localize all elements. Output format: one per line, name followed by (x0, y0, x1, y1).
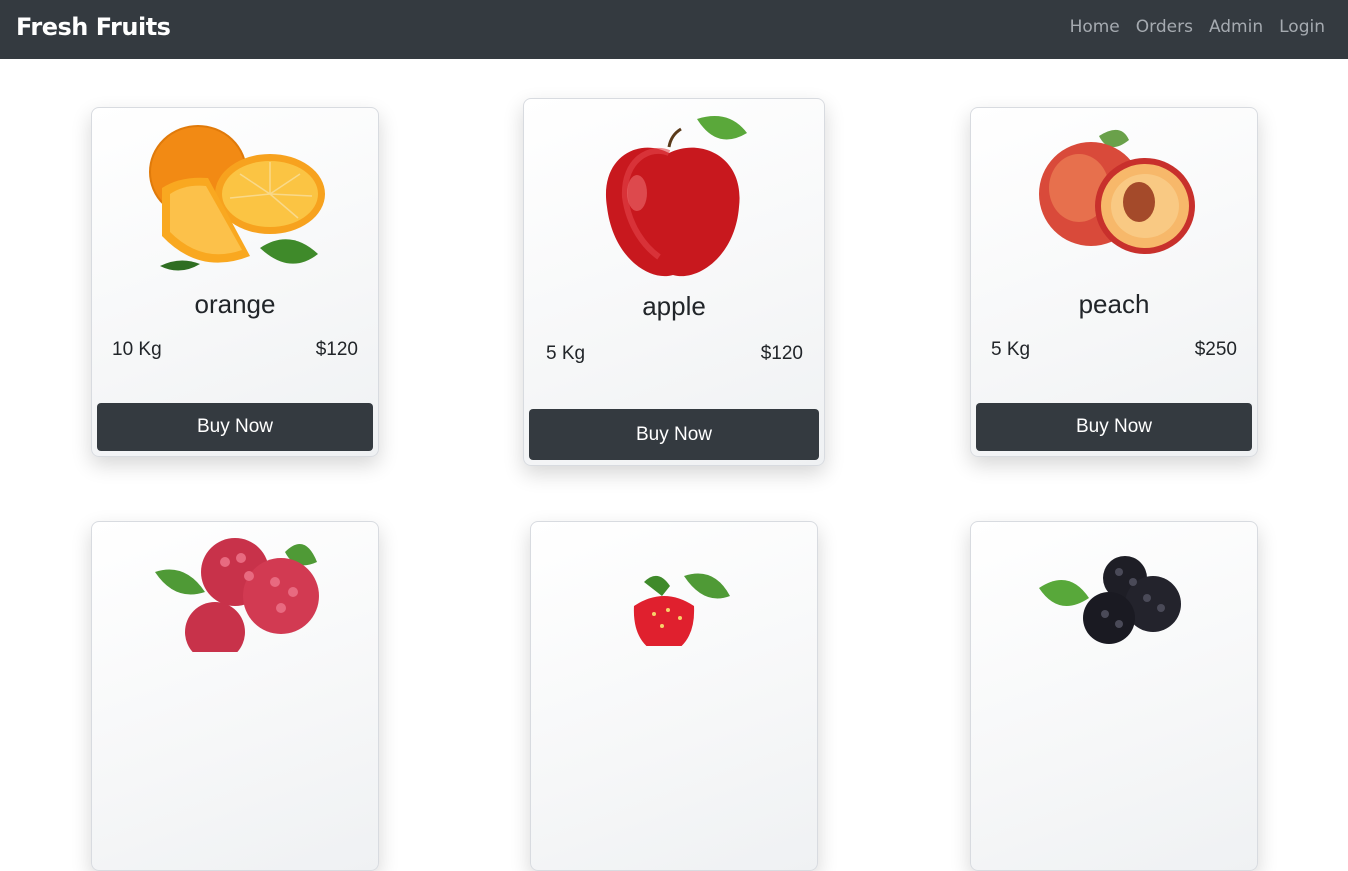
product-card-blackberry (970, 521, 1258, 871)
product-card-peach: peach 5 Kg $250 Buy Now (970, 107, 1258, 457)
product-name: peach (1078, 289, 1150, 319)
product-weight: 5 Kg (991, 339, 1031, 360)
blackberry-icon (1039, 556, 1181, 644)
product-image-strawberry (531, 566, 817, 646)
nav-link-admin[interactable]: Admin (1209, 17, 1263, 37)
product-card-raspberry (91, 521, 379, 871)
product-weight: 10 Kg (112, 339, 162, 360)
product-image-peach (971, 122, 1257, 262)
navbar: Fresh Fruits Home Orders Admin Login (0, 0, 1348, 59)
product-name: orange (194, 289, 276, 319)
nav-link-orders[interactable]: Orders (1136, 17, 1193, 37)
product-name: apple (642, 291, 706, 321)
product-image-raspberry (92, 532, 378, 652)
raspberry-icon (155, 538, 319, 652)
orange-icon (149, 125, 325, 271)
buy-now-button[interactable]: Buy Now (529, 409, 819, 460)
product-card-orange: orange 10 Kg $120 Buy Now (91, 107, 379, 457)
product-weight: 5 Kg (546, 343, 586, 364)
buy-now-button[interactable]: Buy Now (976, 403, 1252, 451)
strawberry-icon (633, 573, 730, 646)
nav-link-home[interactable]: Home (1070, 17, 1120, 37)
product-image-orange (92, 116, 378, 274)
product-price: $120 (315, 339, 358, 360)
nav-links: Home Orders Admin Login (1070, 17, 1325, 37)
peach-icon (1039, 129, 1195, 254)
product-card-strawberry (530, 521, 818, 871)
product-image-apple (524, 107, 824, 282)
product-price: $120 (760, 343, 803, 364)
product-price: $250 (1194, 339, 1237, 360)
product-image-blackberry (971, 548, 1257, 648)
nav-link-login[interactable]: Login (1279, 17, 1325, 37)
apple-icon (605, 116, 747, 277)
brand-logo[interactable]: Fresh Fruits (16, 13, 171, 41)
buy-now-button[interactable]: Buy Now (97, 403, 373, 451)
product-card-apple: apple 5 Kg $120 Buy Now (523, 98, 825, 466)
